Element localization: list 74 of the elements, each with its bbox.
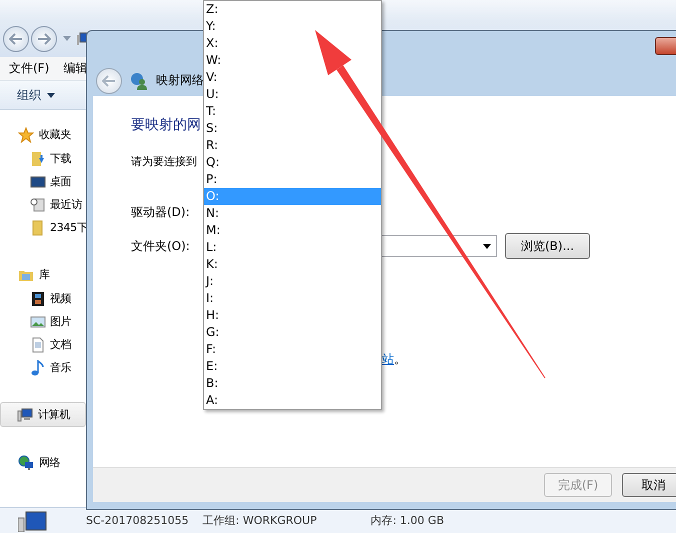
forward-button[interactable] <box>31 26 57 52</box>
caret-icon <box>483 244 491 248</box>
drive-option[interactable]: G: <box>204 324 381 341</box>
sidebar-group-label: 收藏夹 <box>39 127 72 142</box>
drive-option[interactable]: L: <box>204 239 381 256</box>
drive-option[interactable]: U: <box>204 86 381 103</box>
browse-button[interactable]: 浏览(B)... <box>505 233 590 259</box>
network-icon <box>18 454 34 470</box>
drive-option[interactable]: J: <box>204 273 381 290</box>
sidebar-item[interactable]: 图片 <box>50 314 72 329</box>
drive-option[interactable]: Q: <box>204 154 381 171</box>
drive-option[interactable]: S: <box>204 120 381 137</box>
drive-option[interactable]: X: <box>204 35 381 52</box>
desktop-icon <box>30 174 46 190</box>
back-button[interactable] <box>3 26 29 52</box>
sidebar-item[interactable]: 桌面 <box>50 174 72 189</box>
document-icon <box>30 336 46 352</box>
sidebar-item[interactable]: 视频 <box>50 291 72 306</box>
drive-option[interactable]: P: <box>204 171 381 188</box>
back-arrow-icon <box>9 32 23 44</box>
drive-option[interactable]: R: <box>204 137 381 154</box>
drive-option[interactable]: I: <box>204 290 381 307</box>
recent-places-icon <box>30 196 46 212</box>
drive-option[interactable]: E: <box>204 358 381 375</box>
drive-option[interactable]: N: <box>204 205 381 222</box>
sidebar-item[interactable]: 音乐 <box>50 360 72 375</box>
drive-option[interactable]: M: <box>204 222 381 239</box>
memory-text: 内存: 1.00 GB <box>370 513 444 528</box>
drive-option[interactable]: W: <box>204 52 381 69</box>
instruction-text: 请为要连接到 <box>131 154 197 169</box>
drive-option[interactable]: K: <box>204 256 381 273</box>
drive-option[interactable]: H: <box>204 307 381 324</box>
sidebar-group[interactable]: 收藏夹 <box>0 122 86 147</box>
sidebar-item[interactable]: 最近访 <box>50 197 82 212</box>
drive-option[interactable]: B: <box>204 375 381 392</box>
sidebar-group-label: 网络 <box>39 455 60 470</box>
drive-option[interactable]: Y: <box>204 18 381 35</box>
sidebar-item[interactable]: 下载 <box>50 151 72 166</box>
dialog-title: 映射网络 <box>156 72 204 89</box>
back-arrow-icon <box>102 74 116 86</box>
dialog-button[interactable]: 取消 <box>622 473 676 497</box>
menu-item[interactable]: 文件(F) <box>9 60 50 77</box>
sidebar-group[interactable]: 计算机 <box>0 402 86 427</box>
music-note-icon <box>30 360 46 376</box>
menu-item[interactable]: 编辑 <box>63 60 88 77</box>
dialog-heading: 要映射的网 <box>131 116 201 134</box>
drive-label: 驱动器(D): <box>131 204 191 220</box>
drive-option[interactable]: T: <box>204 103 381 120</box>
computer-name: SC-201708251055 <box>86 514 189 527</box>
drive-option[interactable]: V: <box>204 69 381 86</box>
drive-option[interactable]: A: <box>204 392 381 409</box>
film-icon <box>30 290 46 306</box>
sidebar-item[interactable]: 2345下 <box>50 220 88 235</box>
star-icon <box>18 126 34 142</box>
computer-icon <box>18 510 48 532</box>
folder-label: 文件夹(O): <box>131 238 191 254</box>
back-button[interactable] <box>96 68 122 94</box>
download-folder-icon <box>30 150 46 166</box>
forward-arrow-icon <box>37 32 51 44</box>
sidebar-item[interactable]: 文档 <box>50 337 72 352</box>
network-drive-icon <box>130 72 148 90</box>
caret-icon[interactable] <box>63 36 71 41</box>
caret-icon <box>47 92 55 98</box>
organize-button[interactable]: 组织 <box>17 86 55 104</box>
drive-option[interactable]: F: <box>204 341 381 358</box>
sidebar-group-label: 计算机 <box>38 407 70 422</box>
sidebar-group[interactable]: 库 <box>0 262 86 287</box>
workgroup-text: 工作组: WORKGROUP <box>202 513 317 528</box>
sidebar-group-label: 库 <box>39 267 50 282</box>
link-sentence: 站。 <box>382 351 406 368</box>
picture-icon <box>30 314 46 330</box>
web-link[interactable]: 站 <box>382 352 394 366</box>
sidebar-group[interactable]: 网络 <box>0 450 86 475</box>
computer-icon <box>17 406 33 422</box>
